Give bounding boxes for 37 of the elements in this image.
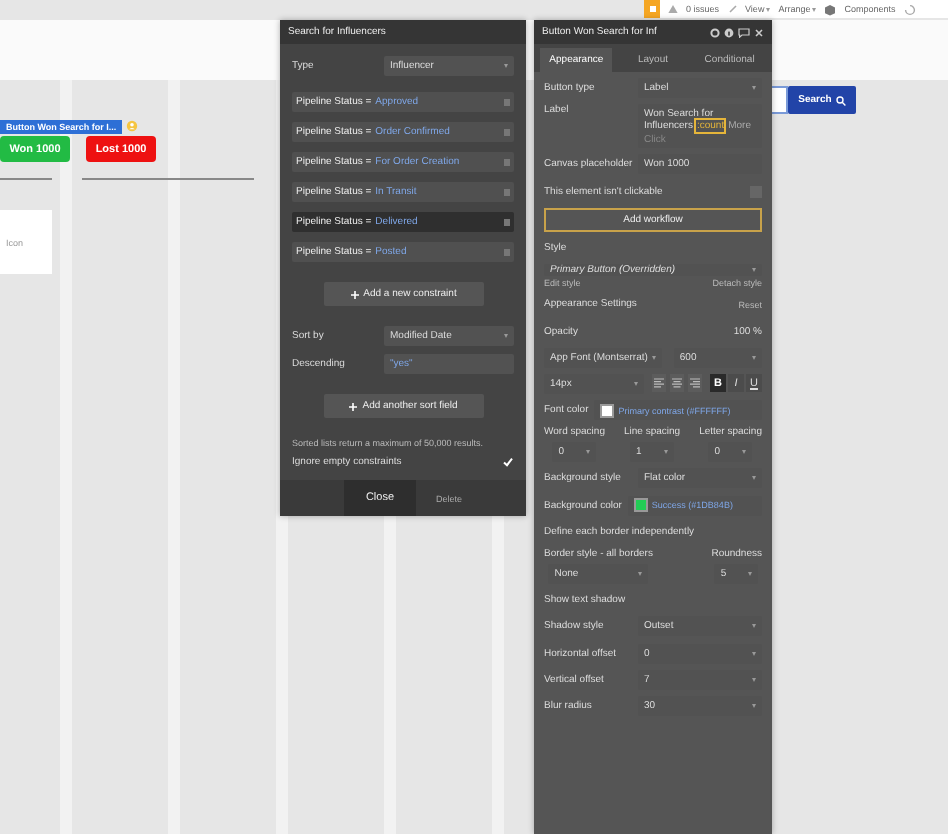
refresh-icon	[903, 3, 916, 15]
square-icon	[647, 4, 657, 14]
trash-icon	[504, 248, 510, 256]
caret-icon	[651, 355, 656, 360]
caret-icon	[664, 450, 669, 455]
caret-icon	[504, 334, 508, 338]
warning-icon	[668, 4, 678, 14]
info-icon	[724, 27, 734, 37]
caret-icon	[812, 7, 817, 11]
search-icon	[835, 95, 846, 105]
search-field[interactable]	[772, 86, 788, 114]
cube-icon	[824, 3, 837, 15]
user-icon	[126, 120, 138, 132]
align-button[interactable]	[670, 374, 684, 393]
align-icon	[690, 378, 700, 389]
gear-icon	[710, 27, 720, 37]
trash-icon	[504, 188, 510, 196]
trash-icon	[504, 218, 510, 226]
align-icon	[654, 378, 664, 389]
close-icon	[754, 27, 764, 37]
align-icon	[672, 378, 682, 389]
align-button[interactable]	[652, 374, 666, 393]
caret-icon	[748, 572, 753, 576]
pen-icon	[727, 4, 738, 14]
align-button[interactable]	[688, 374, 702, 393]
caret-icon	[752, 86, 756, 90]
plus-icon	[348, 401, 359, 411]
comment-icon	[738, 27, 750, 37]
caret-icon	[504, 64, 508, 68]
bug-button[interactable]	[644, 0, 660, 18]
caret-icon	[638, 572, 643, 576]
caret-icon	[586, 450, 591, 455]
plus-icon	[349, 289, 360, 299]
trash-icon	[504, 128, 510, 136]
trash-icon	[504, 98, 510, 106]
caret-icon	[766, 7, 771, 11]
trash-icon	[504, 158, 510, 166]
